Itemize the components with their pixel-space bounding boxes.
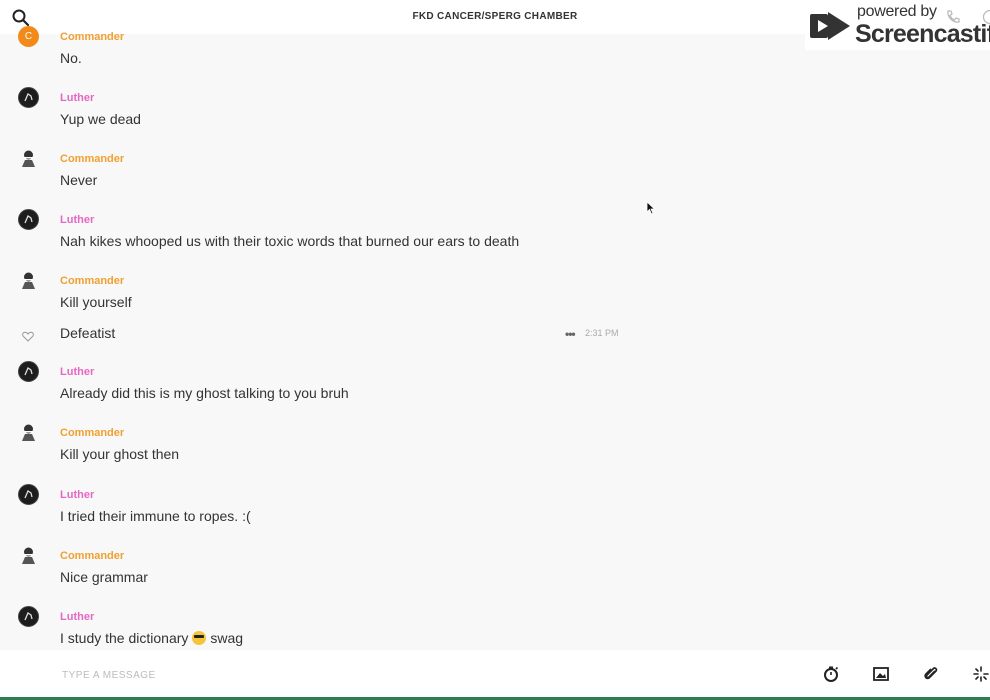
message-text-part: swag — [210, 630, 244, 646]
message-author[interactable]: Commander — [60, 31, 124, 43]
message-text: Defeatist — [60, 325, 116, 341]
mouse-cursor-icon — [646, 201, 656, 220]
message-author[interactable]: Commander — [60, 550, 124, 562]
message-author[interactable]: Luther — [60, 92, 94, 104]
message-author[interactable]: Luther — [60, 366, 94, 378]
message-text: Kill yourself — [60, 294, 132, 310]
message-author[interactable]: Luther — [60, 611, 94, 623]
phone-icon[interactable] — [945, 9, 961, 30]
image-icon[interactable] — [872, 665, 890, 683]
info-icon[interactable] — [981, 9, 990, 30]
message-author[interactable]: Luther — [60, 214, 94, 226]
message-author[interactable]: Commander — [60, 275, 124, 287]
message-text: Never — [60, 172, 98, 188]
message-text: Yup we dead — [60, 111, 141, 127]
message-composer — [0, 650, 990, 697]
message-text: I study the dictionary swag — [60, 630, 243, 646]
sunglasses-emoji-icon — [192, 631, 207, 645]
avatar[interactable] — [18, 545, 39, 566]
message-text: Nah kikes whooped us with their toxic wo… — [60, 233, 520, 249]
sparkle-icon[interactable] — [972, 665, 990, 683]
message-input[interactable] — [60, 664, 764, 686]
heart-icon[interactable] — [22, 329, 34, 347]
more-options-icon[interactable]: ••• — [565, 327, 576, 341]
message-text: Kill your ghost then — [60, 446, 180, 462]
paperclip-icon[interactable] — [922, 665, 940, 683]
avatar[interactable] — [18, 148, 39, 169]
message-text: Nice grammar — [60, 569, 148, 585]
watermark-brand-text: Screencastify — [855, 20, 990, 48]
message-text-part: I study the dictionary — [60, 630, 189, 646]
message-author[interactable]: Luther — [60, 489, 94, 501]
message-timestamp: 2:31 PM — [585, 328, 619, 338]
message-author[interactable]: Commander — [60, 427, 124, 439]
message-author[interactable]: Commander — [60, 153, 124, 165]
avatar[interactable] — [18, 209, 39, 230]
avatar[interactable] — [18, 361, 39, 382]
message-text: Already did this is my ghost talking to … — [60, 385, 349, 401]
avatar[interactable]: C — [18, 26, 39, 47]
message-text: No. — [60, 50, 82, 66]
avatar[interactable] — [18, 606, 39, 627]
avatar[interactable] — [18, 484, 39, 505]
timer-icon[interactable] — [822, 665, 840, 683]
avatar[interactable] — [18, 270, 39, 291]
screencastify-watermark: powered by Screencastify — [805, 0, 990, 50]
avatar[interactable] — [18, 87, 39, 108]
watermark-powered-text: powered by — [857, 3, 937, 20]
message-text: I tried their immune to ropes. :( — [60, 508, 251, 524]
screencastify-logo-icon — [808, 8, 852, 49]
avatar[interactable] — [18, 422, 39, 443]
